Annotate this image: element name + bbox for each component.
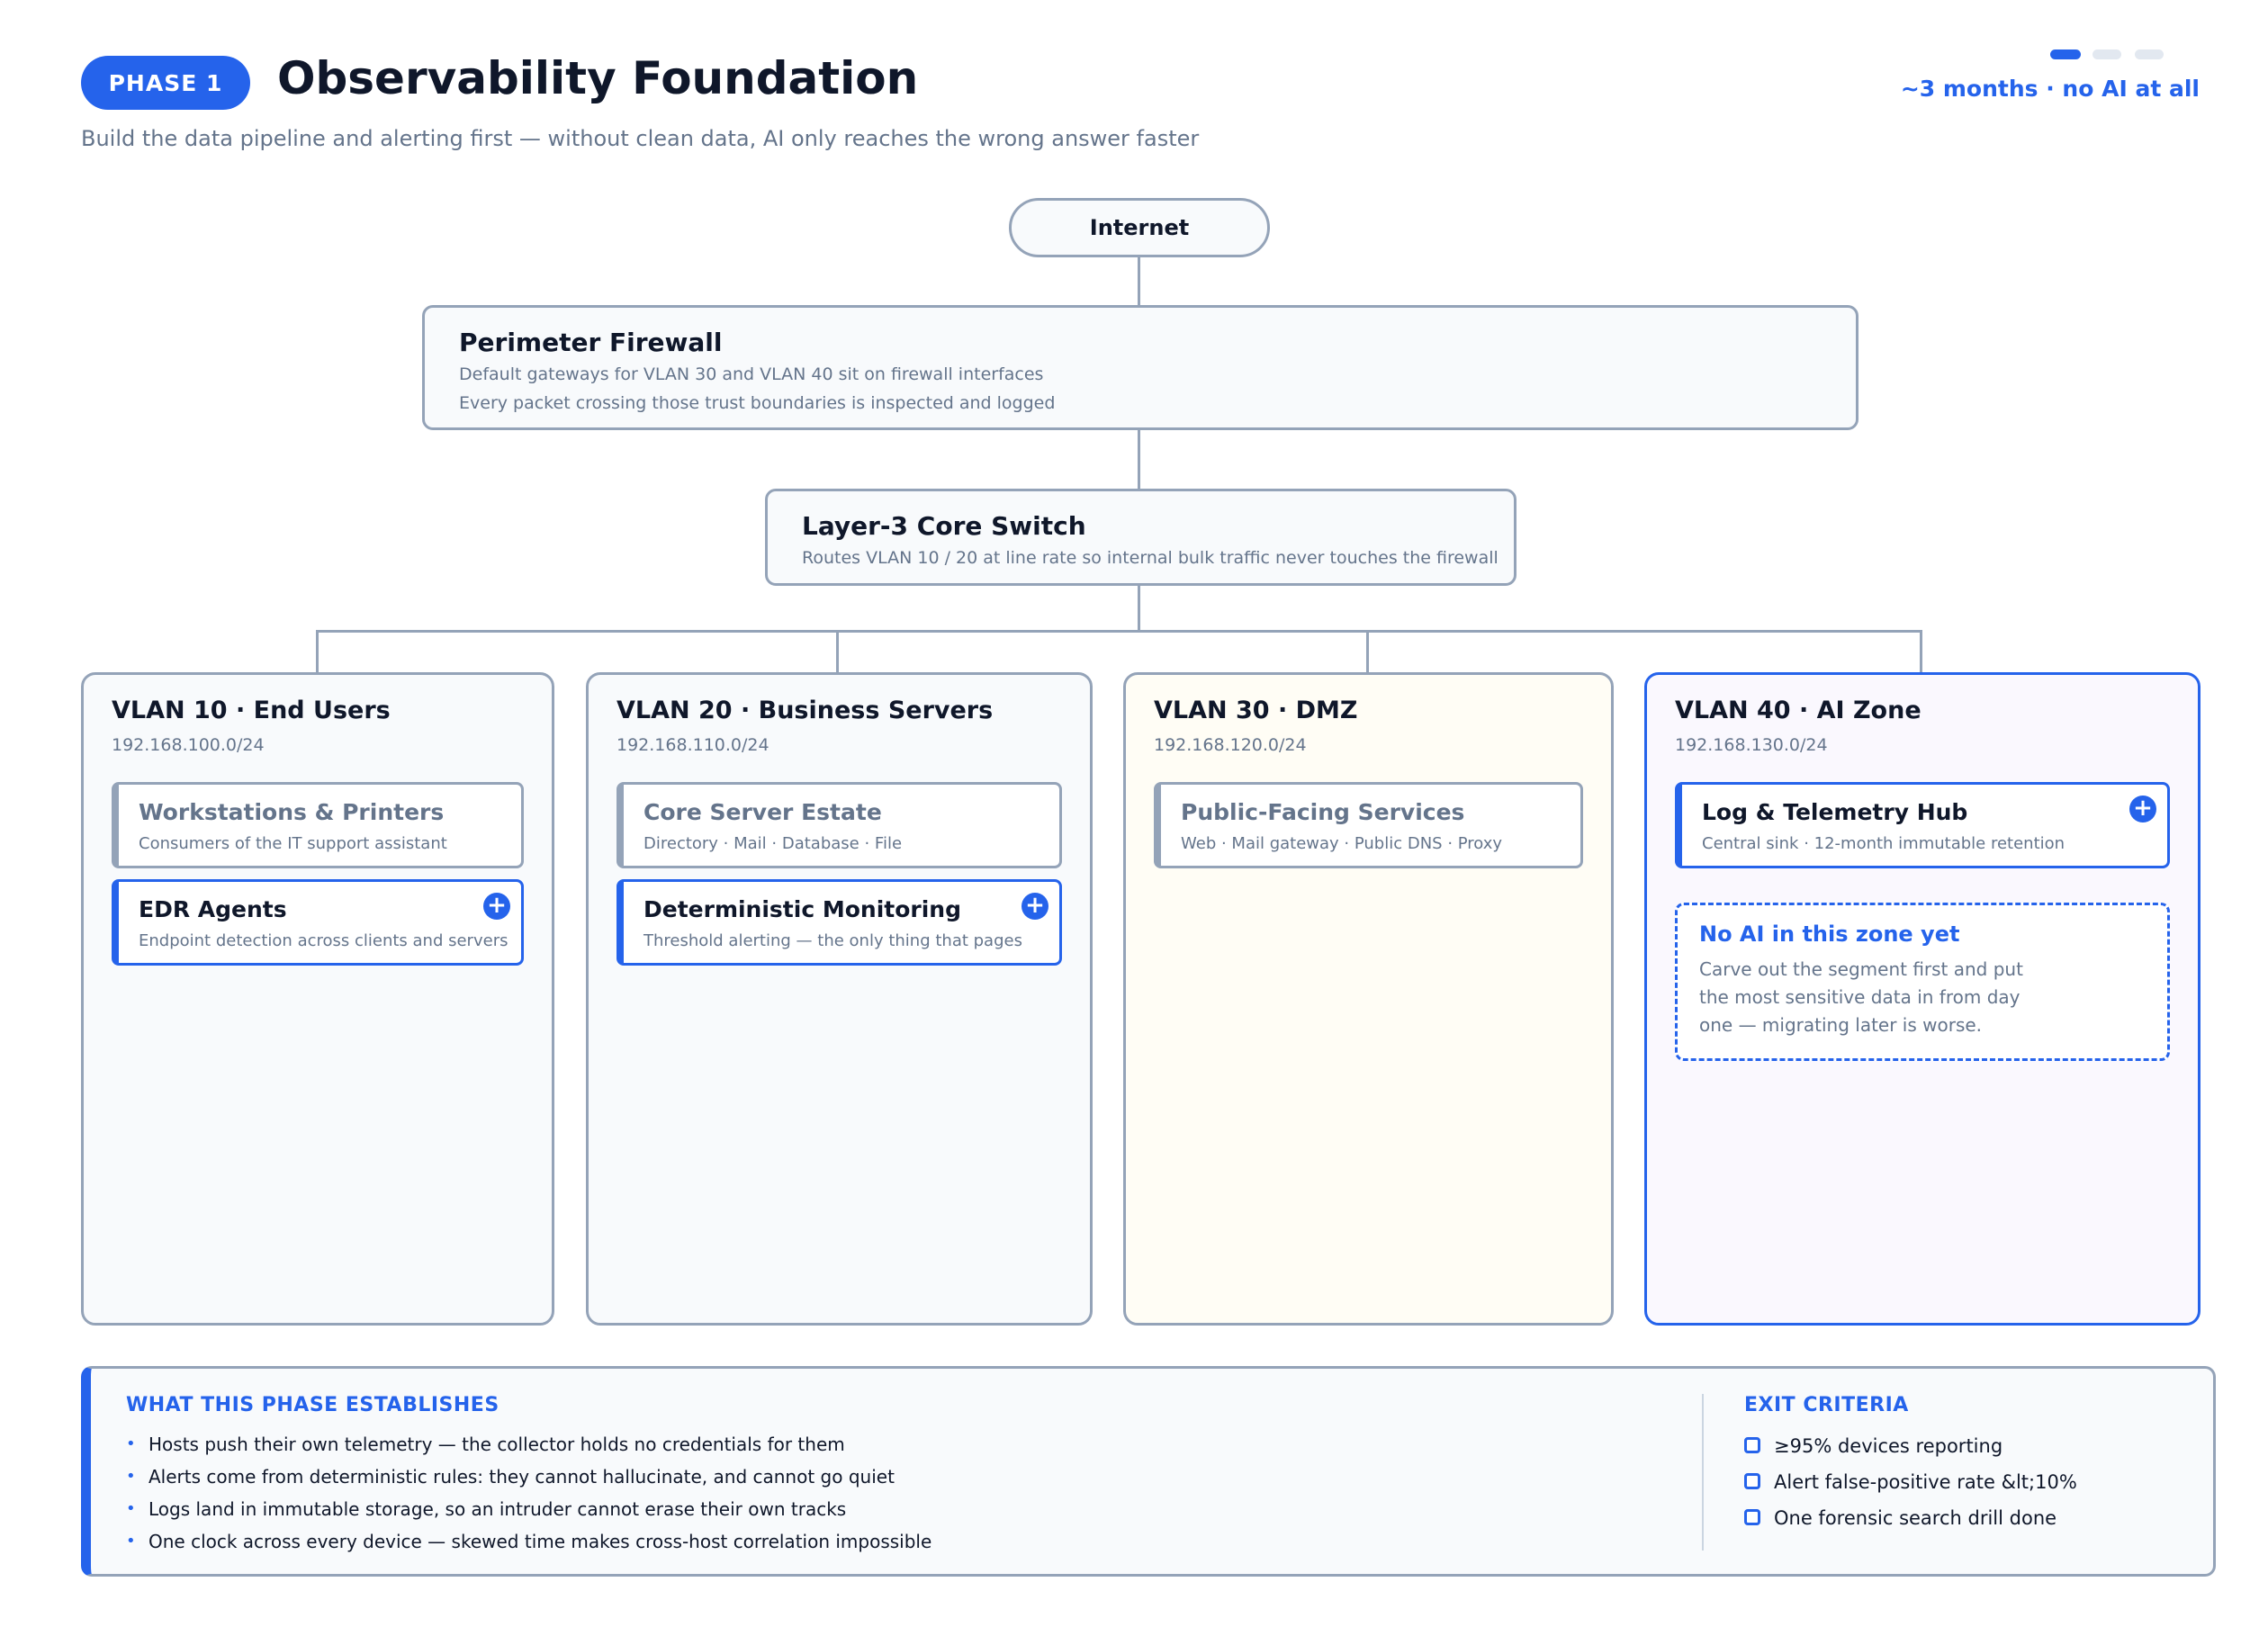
core-server-estate-card[interactable]: Core Server Estate Directory · Mail · Da…: [616, 782, 1062, 868]
card-title: Core Server Estate: [644, 799, 882, 825]
list-item: • Logs land in immutable storage, so an i…: [126, 1493, 932, 1525]
card-description: Directory · Mail · Database · File: [644, 834, 903, 853]
workstations-printers-card[interactable]: Workstations & Printers Consumers of the…: [112, 782, 524, 868]
deterministic-monitoring-card[interactable]: Deterministic Monitoring Threshold alert…: [616, 879, 1062, 966]
firewall-title: Perimeter Firewall: [459, 328, 723, 357]
internet-node: Internet: [1009, 198, 1270, 257]
exit-criterion-text: ≥95% devices reporting: [1774, 1435, 2003, 1457]
zone-title: VLAN 10 · End Users: [112, 697, 391, 724]
exit-criterion[interactable]: ≥95% devices reporting: [1744, 1428, 2077, 1464]
firewall-line: Every packet crossing those trust bounda…: [459, 393, 1056, 413]
zone-title: VLAN 20 · Business Servers: [616, 697, 994, 724]
plus-icon: +: [483, 893, 510, 920]
phase-step-indicator-3[interactable]: [2135, 49, 2164, 59]
card-title: Workstations & Printers: [139, 799, 445, 825]
phase-badge: PHASE 1: [81, 56, 250, 110]
list-item-text: Alerts come from deterministic rules: th…: [148, 1466, 895, 1488]
page-title: Observability Foundation: [277, 52, 919, 104]
exit-criteria-list: ≥95% devices reporting Alert false-posit…: [1744, 1428, 2077, 1536]
core-switch-node: Layer-3 Core Switch Routes VLAN 10 / 20 …: [765, 489, 1516, 586]
card-description: Central sink · 12-month immutable retent…: [1702, 834, 2066, 853]
core-switch-title: Layer-3 Core Switch: [802, 511, 1086, 541]
zone-subnet: 192.168.110.0/24: [616, 735, 770, 755]
notice-body: Carve out the segment first and put the …: [1699, 958, 2023, 1036]
checkbox-icon[interactable]: [1744, 1473, 1760, 1489]
vlan-20-zone: VLAN 20 · Business Servers 192.168.110.0…: [586, 672, 1093, 1326]
exit-criterion-text: One forensic search drill done: [1774, 1507, 2057, 1529]
edr-agents-card[interactable]: EDR Agents Endpoint detection across cli…: [112, 879, 524, 966]
log-telemetry-hub-card[interactable]: Log & Telemetry Hub Central sink · 12-mo…: [1675, 782, 2170, 868]
bullet-icon: •: [126, 1434, 136, 1453]
public-facing-services-card[interactable]: Public-Facing Services Web · Mail gatewa…: [1154, 782, 1583, 868]
list-item: • Alerts come from deterministic rules: t…: [126, 1461, 932, 1493]
vlan-40-ai-zone: VLAN 40 · AI Zone 192.168.130.0/24 Log &…: [1644, 672, 2200, 1326]
bullet-icon: •: [126, 1532, 136, 1551]
connector-vlan-30: [1366, 630, 1369, 672]
connector-switch-bus: [1138, 586, 1140, 632]
zone-subnet: 192.168.100.0/24: [112, 735, 265, 755]
card-description: Consumers of the IT support assistant: [139, 834, 447, 853]
bullet-icon: •: [126, 1499, 136, 1518]
zone-title: VLAN 40 · AI Zone: [1675, 697, 1922, 724]
zone-subnet: 192.168.120.0/24: [1154, 735, 1307, 755]
perimeter-firewall-node: Perimeter Firewall Default gateways for …: [422, 305, 1858, 430]
zone-title: VLAN 30 · DMZ: [1154, 697, 1358, 724]
firewall-line: Default gateways for VLAN 30 and VLAN 40…: [459, 364, 1044, 384]
phase-step-indicator-2[interactable]: [2092, 49, 2121, 59]
plus-icon: +: [2129, 796, 2156, 822]
card-title: Log & Telemetry Hub: [1702, 799, 1968, 825]
zone-subnet: 192.168.130.0/24: [1675, 735, 1828, 755]
phase-summary-panel: WHAT THIS PHASE ESTABLISHES • Hosts push …: [81, 1366, 2216, 1577]
notice-title: No AI in this zone yet: [1699, 921, 1960, 947]
exit-criterion[interactable]: One forensic search drill done: [1744, 1500, 2077, 1536]
list-item: • Hosts push their own telemetry — the co…: [126, 1428, 932, 1461]
phase-duration: ~3 months · no AI at all: [1900, 76, 2200, 102]
list-item-text: Hosts push their own telemetry — the col…: [148, 1434, 845, 1455]
exit-criterion[interactable]: Alert false-positive rate &lt;10%: [1744, 1464, 2077, 1500]
connector-vlan-10: [316, 630, 319, 672]
vlan-30-dmz-zone: VLAN 30 · DMZ 192.168.120.0/24 Public-Fa…: [1123, 672, 1614, 1326]
connector-vlan-20: [836, 630, 839, 672]
page-subtitle: Build the data pipeline and alerting fir…: [81, 126, 1200, 151]
phase-step-indicator-1[interactable]: [2050, 49, 2081, 59]
checkbox-icon[interactable]: [1744, 1437, 1760, 1453]
establishes-heading: WHAT THIS PHASE ESTABLISHES: [126, 1394, 500, 1416]
vlan-10-zone: VLAN 10 · End Users 192.168.100.0/24 Wor…: [81, 672, 554, 1326]
list-item: • One clock across every device — skewed …: [126, 1525, 932, 1558]
card-description: Threshold alerting — the only thing that…: [644, 931, 1022, 950]
list-item-text: Logs land in immutable storage, so an in…: [148, 1498, 847, 1520]
exit-criterion-text: Alert false-positive rate &lt;10%: [1774, 1471, 2077, 1493]
connector-vlan-40: [1920, 630, 1922, 672]
establishes-list: • Hosts push their own telemetry — the co…: [126, 1428, 932, 1558]
no-ai-notice: No AI in this zone yet Carve out the seg…: [1675, 903, 2170, 1061]
connector-firewall-switch: [1138, 430, 1140, 489]
core-switch-line: Routes VLAN 10 / 20 at line rate so inte…: [802, 548, 1498, 568]
checkbox-icon[interactable]: [1744, 1509, 1760, 1525]
exit-criteria-heading: EXIT CRITERIA: [1744, 1394, 1909, 1416]
connector-vlan-bus: [316, 630, 1922, 633]
list-item-text: One clock across every device — skewed t…: [148, 1531, 932, 1552]
card-title: Public-Facing Services: [1181, 799, 1465, 825]
summary-divider: [1702, 1394, 1704, 1551]
card-description: Endpoint detection across clients and se…: [139, 931, 508, 950]
card-title: Deterministic Monitoring: [644, 896, 961, 922]
plus-icon: +: [1022, 893, 1048, 920]
card-title: EDR Agents: [139, 896, 287, 922]
bullet-icon: •: [126, 1467, 136, 1486]
connector-internet-firewall: [1138, 257, 1140, 305]
card-description: Web · Mail gateway · Public DNS · Proxy: [1181, 834, 1503, 853]
